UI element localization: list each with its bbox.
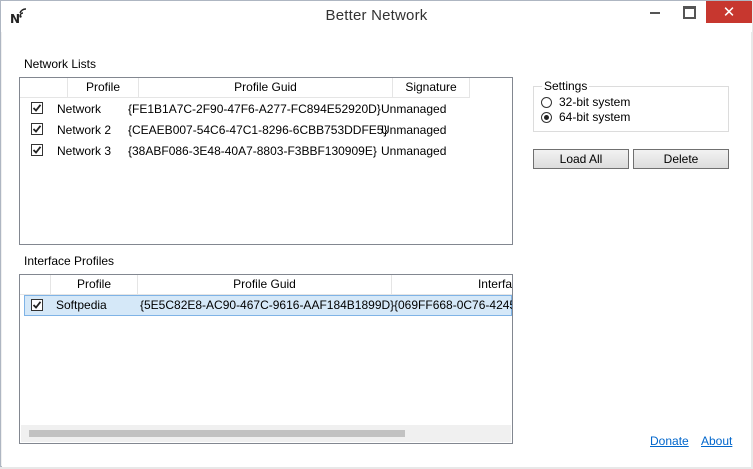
app-window: N Better Network ✕ Network Lists Profile… bbox=[0, 0, 752, 467]
main-content: Network Lists Profile Profile Guid Signa… bbox=[2, 32, 751, 467]
column-header-profile[interactable]: Profile bbox=[68, 78, 139, 98]
column-header-profile-guid[interactable]: Profile Guid bbox=[139, 78, 393, 98]
close-button[interactable]: ✕ bbox=[706, 1, 752, 23]
row-interface: {069FF668-0C76-4245 bbox=[394, 298, 513, 312]
radio-button[interactable] bbox=[541, 111, 552, 123]
check-icon bbox=[32, 301, 42, 309]
row-checkbox[interactable] bbox=[31, 299, 43, 311]
donate-link[interactable]: Donate bbox=[650, 434, 689, 448]
column-header-check[interactable] bbox=[20, 275, 51, 295]
table-row[interactable]: Network {FE1B1A7C-2F90-47F6-A277-FC894E5… bbox=[20, 99, 512, 120]
radio-32-bit[interactable]: 32-bit system bbox=[541, 95, 630, 109]
minimize-icon bbox=[650, 12, 660, 14]
horizontal-scrollbar[interactable] bbox=[21, 425, 511, 442]
row-guid: {FE1B1A7C-2F90-47F6-A277-FC894E52920D} bbox=[128, 102, 381, 116]
row-signature: Unmanaged bbox=[381, 102, 447, 116]
interface-profiles-table[interactable]: Profile Profile Guid Interfa Softpedia {… bbox=[19, 274, 513, 444]
radio-label: 32-bit system bbox=[559, 95, 631, 109]
scrollbar-thumb[interactable] bbox=[29, 430, 405, 437]
row-signature: Unmanaged bbox=[381, 144, 447, 158]
row-guid: {5E5C82E8-AC90-467C-9616-AAF184B1899D} bbox=[140, 298, 395, 312]
column-header-interface[interactable]: Interfa bbox=[392, 275, 512, 295]
row-profile: Network bbox=[57, 102, 102, 116]
settings-group: Settings 32-bit system 64-bit system bbox=[533, 79, 729, 132]
check-icon bbox=[32, 125, 42, 133]
interface-profiles-label: Interface Profiles bbox=[24, 254, 115, 268]
check-icon bbox=[32, 146, 42, 154]
column-header-signature[interactable]: Signature bbox=[393, 78, 470, 98]
radio-label: 64-bit system bbox=[559, 110, 631, 124]
row-profile: Softpedia bbox=[56, 298, 107, 312]
row-checkbox[interactable] bbox=[31, 144, 43, 156]
settings-label: Settings bbox=[542, 79, 590, 93]
close-icon: ✕ bbox=[722, 4, 736, 21]
radio-button[interactable] bbox=[541, 96, 552, 108]
load-all-button[interactable]: Load All bbox=[533, 149, 629, 169]
table-row[interactable]: Network 2 {CEAEB007-54C6-47C1-8296-6CBB7… bbox=[20, 120, 512, 141]
minimize-button[interactable] bbox=[638, 1, 672, 23]
window-controls: ✕ bbox=[638, 1, 752, 23]
row-guid: {38ABF086-3E48-40A7-8803-F3BBF130909E} bbox=[128, 144, 377, 158]
network-lists-label: Network Lists bbox=[24, 57, 97, 71]
radio-64-bit[interactable]: 64-bit system bbox=[541, 110, 630, 124]
title-bar[interactable]: N Better Network ✕ bbox=[1, 1, 752, 32]
row-signature: Unmanaged bbox=[381, 123, 447, 137]
column-header-profile-guid[interactable]: Profile Guid bbox=[138, 275, 392, 295]
row-checkbox[interactable] bbox=[31, 123, 43, 135]
about-link[interactable]: About bbox=[701, 434, 732, 448]
row-profile: Network 3 bbox=[57, 144, 112, 158]
delete-button[interactable]: Delete bbox=[633, 149, 729, 169]
table-row[interactable]: Softpedia {5E5C82E8-AC90-467C-9616-AAF18… bbox=[24, 295, 512, 316]
check-icon bbox=[32, 104, 42, 112]
column-header-check[interactable] bbox=[20, 78, 68, 98]
maximize-icon bbox=[683, 6, 696, 19]
maximize-button[interactable] bbox=[672, 1, 706, 23]
network-lists-table[interactable]: Profile Profile Guid Signature Network {… bbox=[19, 77, 513, 245]
column-header-profile[interactable]: Profile bbox=[51, 275, 138, 295]
table-row[interactable]: Network 3 {38ABF086-3E48-40A7-8803-F3BBF… bbox=[20, 141, 512, 162]
row-profile: Network 2 bbox=[57, 123, 112, 137]
row-checkbox[interactable] bbox=[31, 102, 43, 114]
row-guid: {CEAEB007-54C6-47C1-8296-6CBB753DDFE5} bbox=[128, 123, 388, 137]
